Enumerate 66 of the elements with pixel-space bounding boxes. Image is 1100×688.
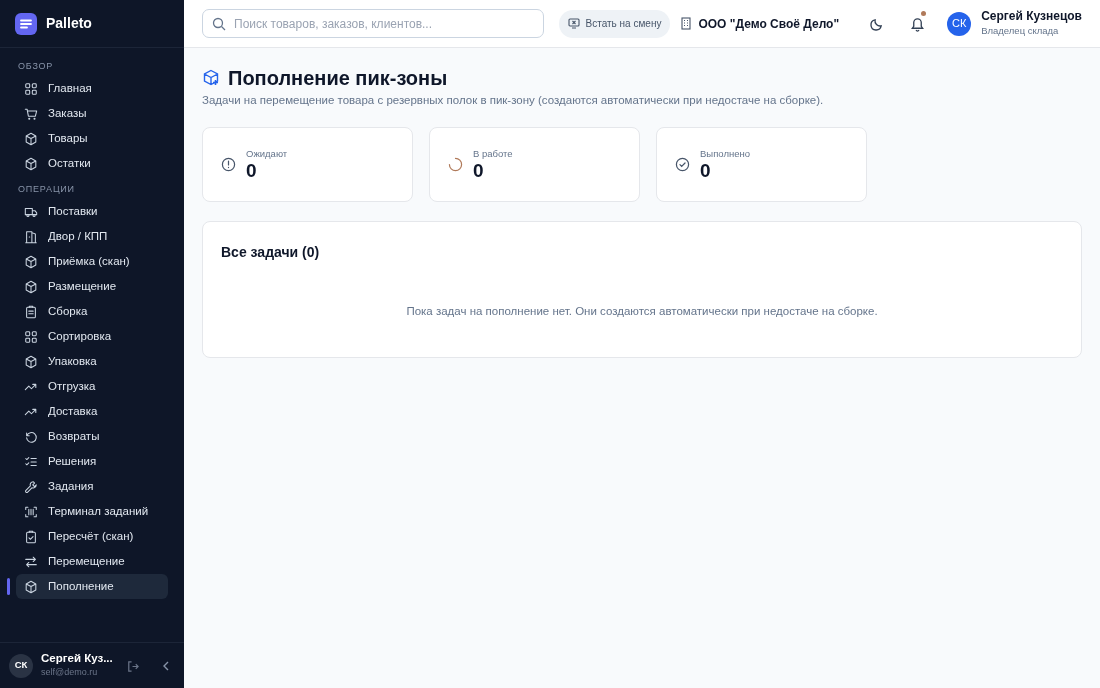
stat-label: В работе: [473, 147, 513, 162]
user-name: Сергей Куз...: [41, 651, 114, 666]
sidebar-item[interactable]: Поставки: [16, 199, 168, 224]
box-icon: [24, 279, 38, 294]
sidebar-item[interactable]: Сборка: [16, 299, 168, 324]
sidebar-item[interactable]: Упаковка: [16, 349, 168, 374]
alert-icon: [221, 157, 236, 173]
checklist-icon: [24, 454, 38, 469]
shift-button[interactable]: Встать на смену: [558, 9, 671, 38]
sidebar-item[interactable]: Остатки: [16, 151, 168, 177]
sidebar-item[interactable]: Двор / КПП: [16, 224, 168, 249]
sidebar-item[interactable]: Заказы: [16, 101, 168, 127]
check-circle-icon: [675, 157, 690, 173]
user-avatar: СК: [947, 11, 972, 36]
sidebar-item[interactable]: Пересчёт (скан): [16, 524, 168, 549]
clipboard-icon: [24, 304, 38, 319]
sidebar-item[interactable]: Отгрузка: [16, 374, 168, 399]
sidebar-item[interactable]: Товары: [16, 126, 168, 152]
user-email: self@demo.ru: [41, 665, 99, 679]
building-icon: [680, 17, 693, 30]
user-name: Сергей Кузнецов: [981, 9, 1082, 24]
card-title: Все задачи (0): [221, 243, 321, 263]
scanner-icon: [24, 504, 38, 519]
user-avatar: СК: [9, 653, 33, 678]
cart-icon: [24, 107, 38, 121]
sidebar-item[interactable]: Возвраты: [16, 424, 168, 449]
box-icon: [24, 254, 38, 269]
stat-label: Ожидают: [246, 147, 288, 162]
company-selector[interactable]: ООО "Демо Своё Дело": [680, 14, 840, 33]
sidebar-item[interactable]: Задания: [16, 474, 168, 499]
box-icon: [24, 157, 38, 171]
logo-icon: [15, 12, 37, 35]
undo-icon: [24, 429, 38, 444]
gate-icon: [24, 229, 38, 244]
page-title: Пополнение пик-зоны: [228, 66, 448, 90]
box-icon: [24, 354, 38, 369]
sidebar-item[interactable]: Размещение: [16, 274, 168, 299]
box-icon: [202, 69, 220, 87]
monitor-icon: [567, 18, 580, 29]
user-role: Владелец склада: [981, 23, 1060, 38]
sidebar-item[interactable]: Доставка: [16, 399, 168, 424]
stat-value: 0: [246, 161, 258, 183]
empty-state-text: Пока задач на пополнение нет. Они создаются автоматически при недостаче на сборке.: [405, 304, 879, 320]
stat-label: Выполнено: [700, 147, 750, 162]
clipboard-check-icon: [24, 529, 38, 544]
section-title: ОБЗОР: [17, 60, 55, 73]
wrench-icon: [24, 479, 38, 494]
sidebar-item[interactable]: Перемещение: [16, 549, 168, 574]
sidebar-item[interactable]: Сортировка: [16, 324, 168, 349]
section-title: ОПЕРАЦИИ: [17, 182, 76, 196]
brand-name: Palleto: [46, 14, 92, 33]
search-field[interactable]: Поиск товаров, заказов, клиентов...: [202, 9, 544, 38]
page-subtitle: Задачи на перемещение товара с резервных полок в пик-зону (создаются автоматически при недостаче на сборке).: [202, 93, 825, 108]
box-icon: [24, 132, 38, 146]
swap-icon: [24, 554, 38, 569]
spinner-icon: [448, 157, 463, 173]
stat-value: 0: [700, 161, 712, 183]
sidebar-item[interactable]: Решения: [16, 449, 168, 474]
box-icon: [24, 579, 38, 594]
stat-value: 0: [473, 161, 485, 183]
sidebar-item[interactable]: Терминал заданий: [16, 499, 168, 524]
grid-icon: [24, 329, 38, 344]
grid-icon: [24, 82, 38, 96]
sidebar-item[interactable]: Приёмка (скан): [16, 249, 168, 274]
notification-icon[interactable]: [910, 16, 926, 33]
sidebar-item[interactable]: Главная: [16, 76, 168, 102]
